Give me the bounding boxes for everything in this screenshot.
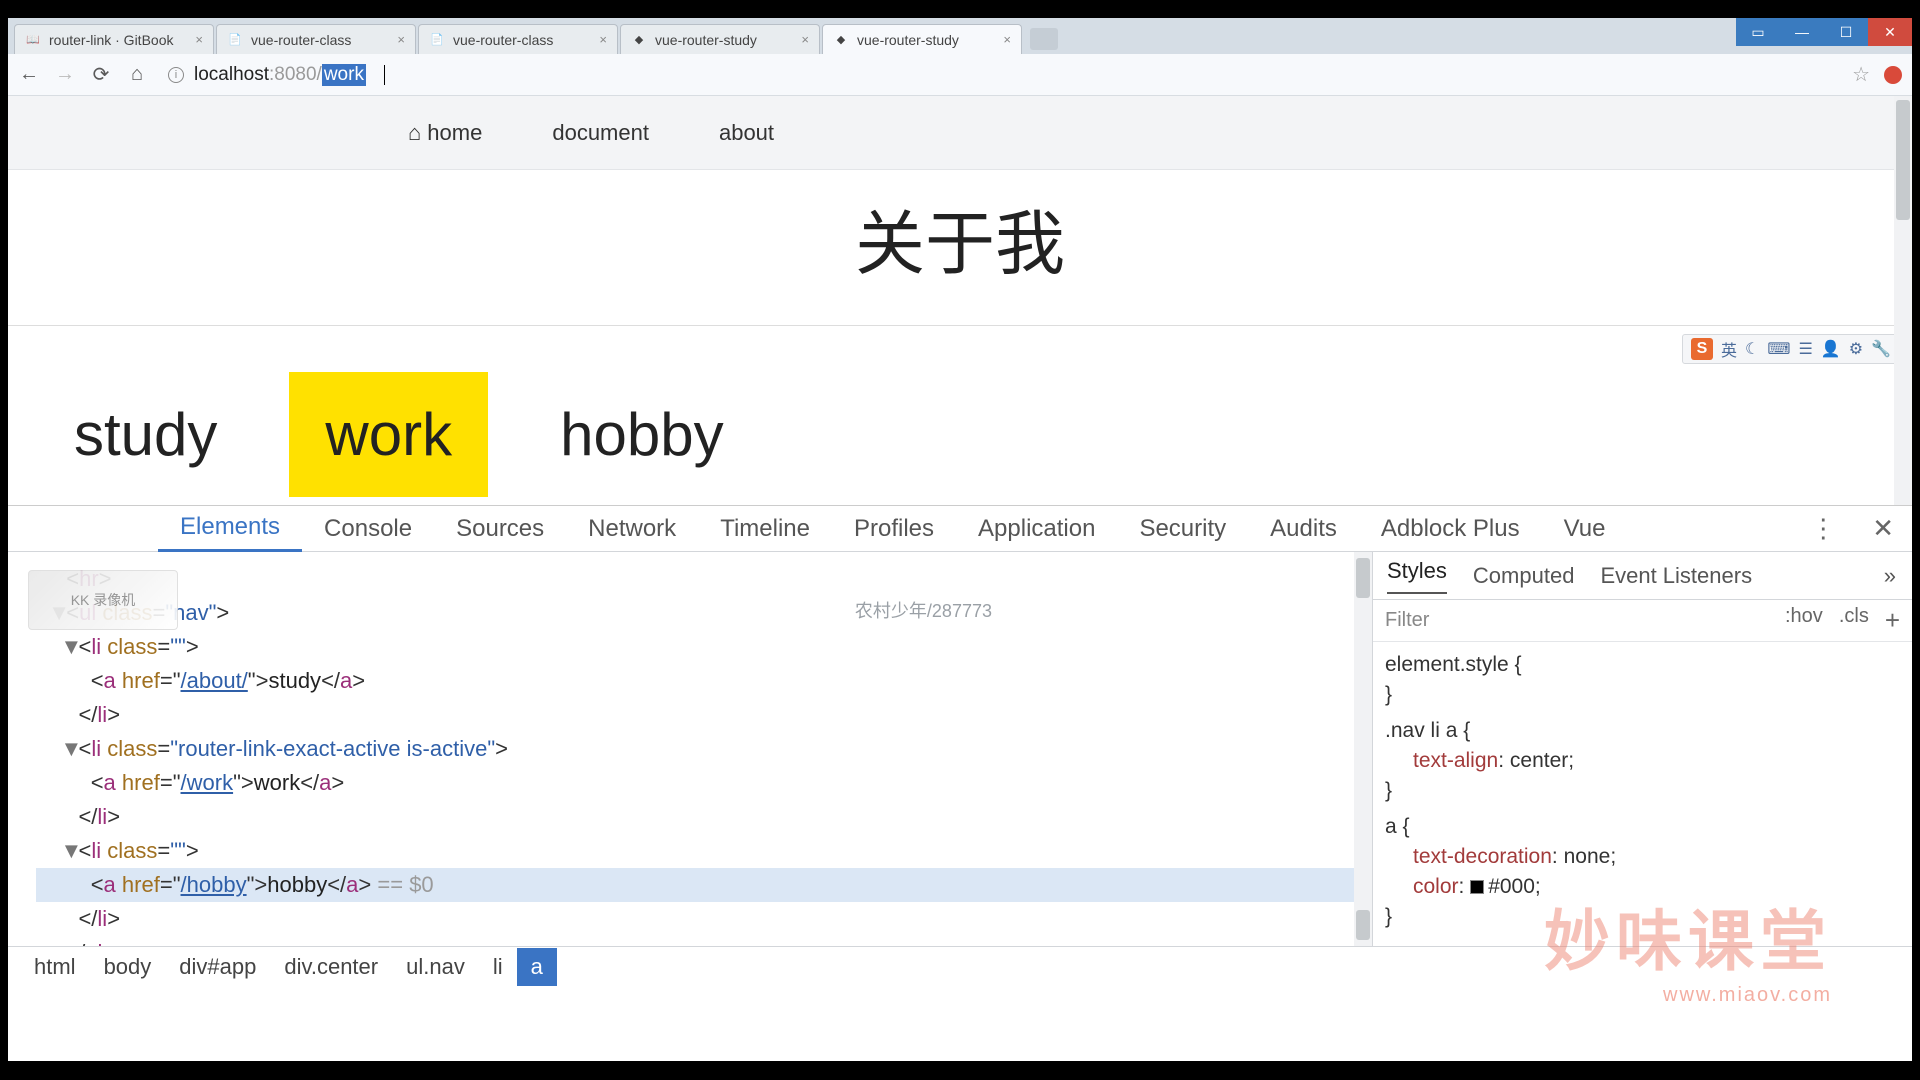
breadcrumb-item[interactable]: div.center: [270, 948, 392, 986]
page-title: 关于我: [8, 188, 1912, 289]
dt-tab-application[interactable]: Application: [956, 506, 1117, 552]
back-button[interactable]: ←: [18, 64, 40, 86]
url-host: localhost: [194, 64, 269, 86]
devtools: Elements Console Sources Network Timelin…: [8, 506, 1912, 986]
favicon-book-icon: 📖: [25, 32, 41, 48]
styles-more-icon[interactable]: »: [1884, 563, 1896, 589]
styles-tabbar: Styles Computed Event Listeners »: [1373, 552, 1912, 600]
close-tab-icon[interactable]: ×: [195, 32, 203, 47]
styles-hov-toggle[interactable]: :hov: [1785, 605, 1823, 636]
divider: [8, 325, 1912, 326]
address-bar[interactable]: i localhost:8080/work: [162, 61, 1838, 89]
dt-tab-elements[interactable]: Elements: [158, 506, 302, 552]
new-tab-button[interactable]: [1030, 28, 1058, 50]
close-tab-icon[interactable]: ×: [1003, 32, 1011, 47]
breadcrumb-item[interactable]: html: [20, 948, 90, 986]
breadcrumb-item[interactable]: body: [90, 948, 166, 986]
subnav-hobby[interactable]: hobby: [524, 372, 759, 497]
ime-logo-icon: S: [1691, 338, 1713, 360]
ime-wrench-icon[interactable]: 🔧: [1871, 339, 1891, 359]
forward-button[interactable]: →: [54, 64, 76, 86]
text-cursor: [384, 65, 385, 85]
browser-tabbar: 📖router-link · GitBook× 📄vue-router-clas…: [8, 18, 1912, 54]
ime-lang[interactable]: 英: [1721, 337, 1737, 361]
subnav-work[interactable]: work: [289, 372, 488, 497]
subnav: study work hobby: [8, 372, 1912, 497]
ime-moon-icon[interactable]: ☾: [1745, 339, 1759, 359]
dt-tab-console[interactable]: Console: [302, 506, 434, 552]
dt-tab-sources[interactable]: Sources: [434, 506, 566, 552]
elements-panel[interactable]: 农村少年/287773 <hr> ▼<ul class="nav"> ▼<li …: [8, 552, 1372, 946]
nav-about[interactable]: about: [719, 120, 774, 146]
browser-tab[interactable]: ◆vue-router-study×: [620, 24, 820, 54]
dt-tab-audits[interactable]: Audits: [1248, 506, 1359, 552]
elements-breadcrumb: htmlbodydiv#appdiv.centerul.navlia: [8, 946, 1912, 986]
watermark-text: 农村少年/287773: [855, 594, 992, 628]
styles-filter-input[interactable]: Filter: [1385, 609, 1429, 632]
ime-user-icon[interactable]: 👤: [1821, 339, 1841, 359]
browser-tab-active[interactable]: ◆vue-router-study×: [822, 24, 1022, 54]
home-button[interactable]: ⌂: [126, 64, 148, 86]
window-account-button[interactable]: ▭: [1736, 18, 1780, 46]
window-minimize-button[interactable]: —: [1780, 18, 1824, 46]
favicon-vue-icon: ◆: [631, 32, 647, 48]
ime-toolbar[interactable]: S 英 ☾ ⌨ ☰ 👤 ⚙ 🔧: [1682, 334, 1900, 364]
devtools-menu-icon[interactable]: ⋮: [1792, 513, 1854, 544]
browser-tab[interactable]: 📖router-link · GitBook×: [14, 24, 214, 54]
dt-tab-vue[interactable]: Vue: [1542, 506, 1628, 552]
ime-keyboard-icon[interactable]: ⌨: [1767, 339, 1790, 359]
styles-rules[interactable]: element.style {}….nav li a {text-align: …: [1373, 642, 1912, 946]
breadcrumb-item[interactable]: ul.nav: [392, 948, 479, 986]
window-maximize-button[interactable]: ☐: [1824, 18, 1868, 46]
home-icon: ⌂: [408, 120, 421, 146]
breadcrumb-item[interactable]: a: [517, 948, 557, 986]
ime-gear-icon[interactable]: ⚙: [1849, 339, 1863, 359]
window-close-button[interactable]: ✕: [1868, 18, 1912, 46]
styles-add-rule-icon[interactable]: +: [1885, 605, 1900, 636]
page-topnav: ⌂home document about: [8, 96, 1912, 170]
subnav-study[interactable]: study: [38, 372, 253, 497]
breadcrumb-item[interactable]: div#app: [165, 948, 270, 986]
close-tab-icon[interactable]: ×: [599, 32, 607, 47]
page-viewport: ⌂home document about 关于我 study work hobb…: [8, 96, 1912, 506]
breadcrumb-item[interactable]: li: [479, 948, 517, 986]
nav-document[interactable]: document: [552, 120, 649, 146]
styles-tab-computed[interactable]: Computed: [1473, 563, 1575, 589]
browser-tab[interactable]: 📄vue-router-class×: [418, 24, 618, 54]
styles-tab-styles[interactable]: Styles: [1387, 558, 1447, 594]
extension-icon[interactable]: [1884, 66, 1902, 84]
styles-tab-listeners[interactable]: Event Listeners: [1600, 563, 1752, 589]
recorder-watermark: KK 录像机: [28, 570, 178, 630]
close-tab-icon[interactable]: ×: [397, 32, 405, 47]
site-info-icon[interactable]: i: [168, 67, 184, 83]
browser-toolbar: ← → ⟳ ⌂ i localhost:8080/work ☆: [8, 54, 1912, 96]
dt-tab-profiles[interactable]: Profiles: [832, 506, 956, 552]
styles-panel: Styles Computed Event Listeners » Filter…: [1372, 552, 1912, 946]
elements-scrollbar[interactable]: [1354, 552, 1372, 946]
favicon-page-icon: 📄: [227, 32, 243, 48]
browser-tab[interactable]: 📄vue-router-class×: [216, 24, 416, 54]
favicon-vue-icon: ◆: [833, 32, 849, 48]
close-tab-icon[interactable]: ×: [801, 32, 809, 47]
devtools-tabbar: Elements Console Sources Network Timelin…: [8, 506, 1912, 552]
nav-home[interactable]: ⌂home: [408, 120, 482, 146]
devtools-close-icon[interactable]: ✕: [1854, 513, 1912, 544]
reload-button[interactable]: ⟳: [90, 64, 112, 86]
dt-tab-security[interactable]: Security: [1117, 506, 1248, 552]
dt-tab-timeline[interactable]: Timeline: [698, 506, 832, 552]
favicon-page-icon: 📄: [429, 32, 445, 48]
styles-cls-toggle[interactable]: .cls: [1839, 605, 1869, 636]
bookmark-star-icon[interactable]: ☆: [1852, 62, 1870, 87]
url-port: :8080: [269, 64, 317, 86]
dt-tab-network[interactable]: Network: [566, 506, 698, 552]
url-selection: work: [322, 64, 366, 86]
dt-tab-adblock[interactable]: Adblock Plus: [1359, 506, 1542, 552]
page-scrollbar[interactable]: [1894, 96, 1912, 505]
ime-menu-icon[interactable]: ☰: [1798, 339, 1812, 359]
